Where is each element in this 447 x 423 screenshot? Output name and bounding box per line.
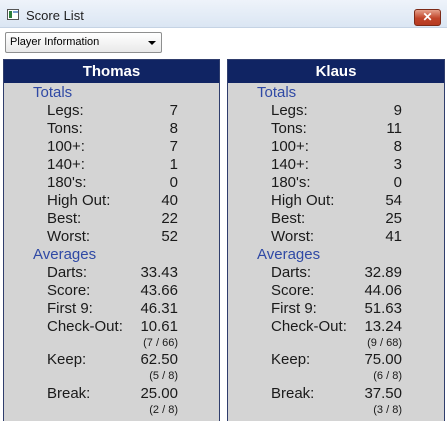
- keep-value: 62.50: [140, 351, 178, 368]
- score-value: 44.06: [364, 282, 402, 299]
- tons-label: Tons:: [271, 120, 307, 137]
- score-label: Score:: [47, 282, 91, 299]
- 180s-value: 0: [393, 174, 402, 191]
- tons-value: 11: [386, 120, 402, 137]
- view-select[interactable]: Player Information: [5, 32, 162, 53]
- totals-heading: Totals: [257, 84, 297, 101]
- 180s-label: 180's:: [271, 174, 311, 191]
- high-out-label: High Out:: [271, 192, 335, 209]
- best-value: 22: [161, 210, 178, 227]
- darts-label: Darts:: [271, 264, 312, 281]
- checkout-value: 10.61: [140, 318, 178, 335]
- legs-value: 7: [169, 102, 178, 119]
- 140-plus-label: 140+:: [271, 156, 309, 173]
- best-label: Best:: [47, 210, 82, 227]
- break-detail: (2 / 8): [149, 404, 178, 416]
- averages-heading: Averages: [257, 246, 321, 263]
- darts-label: Darts:: [47, 264, 88, 281]
- first-9-label: First 9:: [271, 300, 317, 317]
- checkout-label: Check-Out:: [47, 318, 123, 335]
- close-button[interactable]: ✕: [414, 9, 441, 26]
- keep-label: Keep:: [271, 351, 311, 368]
- tons-label: Tons:: [47, 120, 83, 137]
- high-out-value: 54: [385, 192, 402, 209]
- 180s-value: 0: [169, 174, 178, 191]
- keep-detail: (6 / 8): [373, 370, 402, 382]
- checkout-detail: (9 / 68): [367, 337, 402, 349]
- keep-detail: (5 / 8): [149, 370, 178, 382]
- 140-plus-value: 1: [169, 156, 178, 173]
- window-title: Score List: [26, 8, 84, 23]
- app-icon: [7, 9, 19, 20]
- first-9-label: First 9:: [47, 300, 93, 317]
- first-9-value: 51.63: [364, 300, 402, 317]
- chevron-down-icon: [148, 41, 156, 45]
- 180s-label: 180's:: [47, 174, 87, 191]
- worst-value: 52: [161, 228, 178, 245]
- legs-label: Legs:: [47, 102, 84, 119]
- first-9-value: 46.31: [140, 300, 178, 317]
- title-bar: Score List ✕: [0, 0, 447, 28]
- 140-plus-label: 140+:: [47, 156, 85, 173]
- worst-label: Worst:: [271, 228, 315, 245]
- 100-plus-label: 100+:: [271, 138, 309, 155]
- legs-value: 9: [393, 102, 402, 119]
- keep-value: 75.00: [364, 351, 402, 368]
- 100-plus-label: 100+:: [47, 138, 85, 155]
- totals-heading: Totals: [33, 84, 73, 101]
- tons-value: 8: [169, 120, 178, 137]
- 100-plus-value: 8: [393, 138, 402, 155]
- break-value: 25.00: [140, 385, 178, 402]
- break-label: Break:: [271, 385, 315, 402]
- best-label: Best:: [271, 210, 306, 227]
- break-detail: (3 / 8): [373, 404, 402, 416]
- player-panel-thomas: Thomas Totals Legs: 7 Tons: 8 100+: 7 14…: [3, 59, 220, 421]
- break-value: 37.50: [364, 385, 402, 402]
- darts-value: 33.43: [140, 264, 178, 281]
- 100-plus-value: 7: [169, 138, 178, 155]
- legs-label: Legs:: [271, 102, 308, 119]
- view-select-value: Player Information: [10, 36, 100, 48]
- best-value: 25: [385, 210, 402, 227]
- score-label: Score:: [271, 282, 315, 299]
- averages-heading: Averages: [33, 246, 97, 263]
- high-out-label: High Out:: [47, 192, 111, 209]
- break-label: Break:: [47, 385, 91, 402]
- darts-value: 32.89: [364, 264, 402, 281]
- high-out-value: 40: [161, 192, 178, 209]
- worst-value: 41: [385, 228, 402, 245]
- worst-label: Worst:: [47, 228, 91, 245]
- checkout-detail: (7 / 66): [143, 337, 178, 349]
- keep-label: Keep:: [47, 351, 87, 368]
- 140-plus-value: 3: [393, 156, 402, 173]
- checkout-value: 13.24: [364, 318, 402, 335]
- checkout-label: Check-Out:: [271, 318, 347, 335]
- score-value: 43.66: [140, 282, 178, 299]
- player-panel-klaus: Klaus Totals Legs: 9 Tons: 11 100+: 8 14…: [227, 59, 445, 421]
